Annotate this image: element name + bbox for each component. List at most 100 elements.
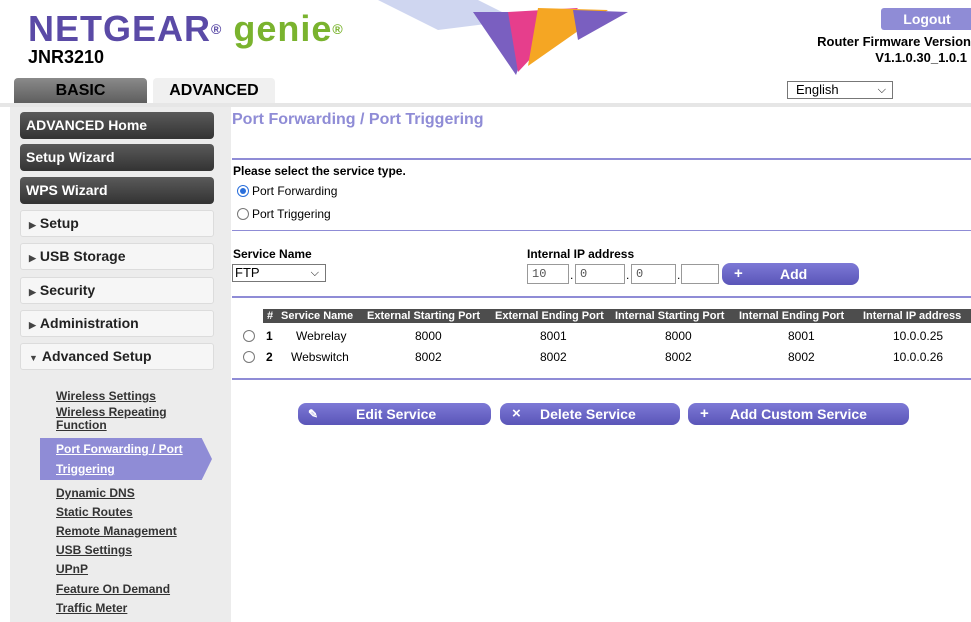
add-button-label: Add [780, 266, 808, 282]
port-forwarding-label: Port Forwarding [252, 184, 338, 198]
row-internal-end: 8002 [788, 350, 815, 364]
logout-button[interactable]: Logout [881, 8, 971, 30]
port-forwarding-radio[interactable] [237, 185, 249, 197]
edit-service-label: Edit Service [356, 406, 437, 422]
triangle-right-icon: ▶ [29, 253, 36, 263]
chevron-down-icon: ⌵ [877, 84, 886, 96]
firmware-info: Router Firmware Version V1.1.0.30_1.0.1 [817, 34, 971, 66]
service-name-value: FTP [235, 265, 260, 280]
column-header-internal-end: Internal Ending Port [739, 310, 845, 322]
tab-advanced[interactable]: ADVANCED [153, 78, 275, 103]
triangle-down-icon: ▼ [29, 353, 38, 363]
service-type-prompt: Please select the service type. [233, 164, 406, 178]
row-internal-ip: 10.0.0.26 [893, 350, 944, 364]
page-title: Port Forwarding / Port Triggering [232, 111, 484, 128]
triangle-right-icon: ▶ [29, 220, 36, 230]
column-header-external-end: External Ending Port [495, 310, 604, 322]
submenu-port-forwarding-line2[interactable]: Triggering [56, 463, 115, 476]
sidebar-item-label: Administration [39, 315, 139, 331]
row-select-radio[interactable] [243, 351, 255, 363]
sidebar-item-usb-storage[interactable]: ▶ USB Storage [20, 243, 214, 270]
logo-registered-mark-2: ® [332, 21, 344, 37]
service-name-label: Service Name [233, 247, 312, 261]
delete-service-label: Delete Service [540, 406, 636, 422]
row-service-name: Webrelay [296, 329, 347, 343]
ip-octet-3-input[interactable]: 0 [631, 264, 676, 284]
plus-icon: + [734, 265, 743, 282]
row-external-start: 8002 [415, 350, 442, 364]
sidebar-item-setup-wizard[interactable]: Setup Wizard [20, 144, 214, 171]
table-header: # Service Name External Starting Port Ex… [263, 309, 971, 323]
tab-basic[interactable]: BASIC [14, 78, 147, 103]
port-triggering-label: Port Triggering [252, 207, 331, 221]
row-select-radio[interactable] [243, 330, 255, 342]
row-service-name: Webswitch [291, 350, 349, 364]
submenu-dynamic-dns[interactable]: Dynamic DNS [56, 487, 135, 500]
submenu-traffic-meter[interactable]: Traffic Meter [56, 602, 127, 615]
port-forwarding-option[interactable]: Port Forwarding [237, 184, 337, 198]
submenu-usb-settings[interactable]: USB Settings [56, 544, 132, 557]
submenu-static-routes[interactable]: Static Routes [56, 506, 133, 519]
logo-registered-mark: ® [211, 21, 223, 37]
submenu-remote-management[interactable]: Remote Management [56, 525, 177, 538]
submenu-feature-on-demand[interactable]: Feature On Demand [56, 583, 170, 596]
ip-separator: . [677, 268, 681, 282]
add-custom-service-button[interactable]: + Add Custom Service [688, 403, 909, 425]
language-select[interactable]: English ⌵ [787, 81, 893, 99]
row-number: 1 [266, 329, 273, 343]
row-external-end: 8002 [540, 350, 567, 364]
submenu-port-forwarding-line1[interactable]: Port Forwarding / Port [56, 443, 183, 456]
sidebar-item-administration[interactable]: ▶ Administration [20, 310, 214, 337]
add-button[interactable]: + Add [722, 263, 859, 285]
logo-netgear-text: NETGEAR [28, 8, 212, 49]
column-header-service-name: Service Name [281, 310, 354, 322]
sidebar-item-advanced-home[interactable]: ADVANCED Home [20, 112, 214, 139]
sidebar-item-advanced-setup[interactable]: ▼ Advanced Setup [20, 343, 214, 370]
title-divider [232, 158, 971, 160]
port-triggering-radio[interactable] [237, 208, 249, 220]
ip-octet-4-input[interactable] [681, 264, 719, 284]
column-header-external-start: External Starting Port [367, 310, 481, 322]
sidebar-item-wps-wizard[interactable]: WPS Wizard [20, 177, 214, 204]
row-internal-start: 8000 [665, 329, 692, 343]
sidebar-item-label: USB Storage [39, 248, 126, 264]
row-external-start: 8000 [415, 329, 442, 343]
column-header-internal-start: Internal Starting Port [615, 310, 725, 322]
language-selected-value: English [796, 82, 839, 97]
row-internal-ip: 10.0.0.25 [893, 329, 944, 343]
firmware-version: V1.1.0.30_1.0.1 [875, 50, 967, 65]
netgear-logo: NETGEAR® genie® JNR3210 [28, 8, 344, 67]
ip-separator: . [626, 268, 630, 282]
logo-genie-text: genie [233, 8, 333, 49]
edit-service-button[interactable]: ✎ Edit Service [298, 403, 491, 425]
delete-service-button[interactable]: × Delete Service [500, 403, 680, 425]
ip-separator: . [570, 268, 574, 282]
add-custom-service-label: Add Custom Service [730, 406, 867, 422]
triangle-right-icon: ▶ [29, 287, 36, 297]
submenu-wireless-repeating-line2[interactable]: Function [56, 419, 107, 432]
pencil-icon: ✎ [308, 407, 319, 421]
sidebar-item-setup[interactable]: ▶ Setup [20, 210, 214, 237]
sidebar-item-label: Advanced Setup [41, 348, 152, 364]
table-divider-bottom [232, 378, 971, 380]
service-name-select[interactable]: FTP ⌵ [232, 264, 326, 282]
row-number: 2 [266, 350, 273, 364]
submenu-wireless-settings[interactable]: Wireless Settings [56, 390, 156, 403]
row-internal-end: 8001 [788, 329, 815, 343]
ip-octet-2-input[interactable]: 0 [575, 264, 625, 284]
header-decoration-graphic [378, 0, 628, 75]
column-header-number: # [267, 310, 274, 322]
ip-octet-1-input[interactable]: 10 [527, 264, 569, 284]
column-header-internal-ip: Internal IP address [863, 310, 962, 322]
section-divider [232, 230, 971, 231]
chevron-down-icon: ⌵ [310, 267, 319, 279]
sidebar-item-security[interactable]: ▶ Security [20, 277, 214, 304]
sidebar-item-label: Security [39, 282, 96, 298]
port-triggering-option[interactable]: Port Triggering [237, 207, 331, 221]
sidebar-item-label: Setup [39, 215, 79, 231]
submenu-upnp[interactable]: UPnP [56, 563, 88, 576]
row-external-end: 8001 [540, 329, 567, 343]
close-icon: × [512, 405, 521, 422]
internal-ip-label: Internal IP address [527, 247, 635, 261]
row-internal-start: 8002 [665, 350, 692, 364]
